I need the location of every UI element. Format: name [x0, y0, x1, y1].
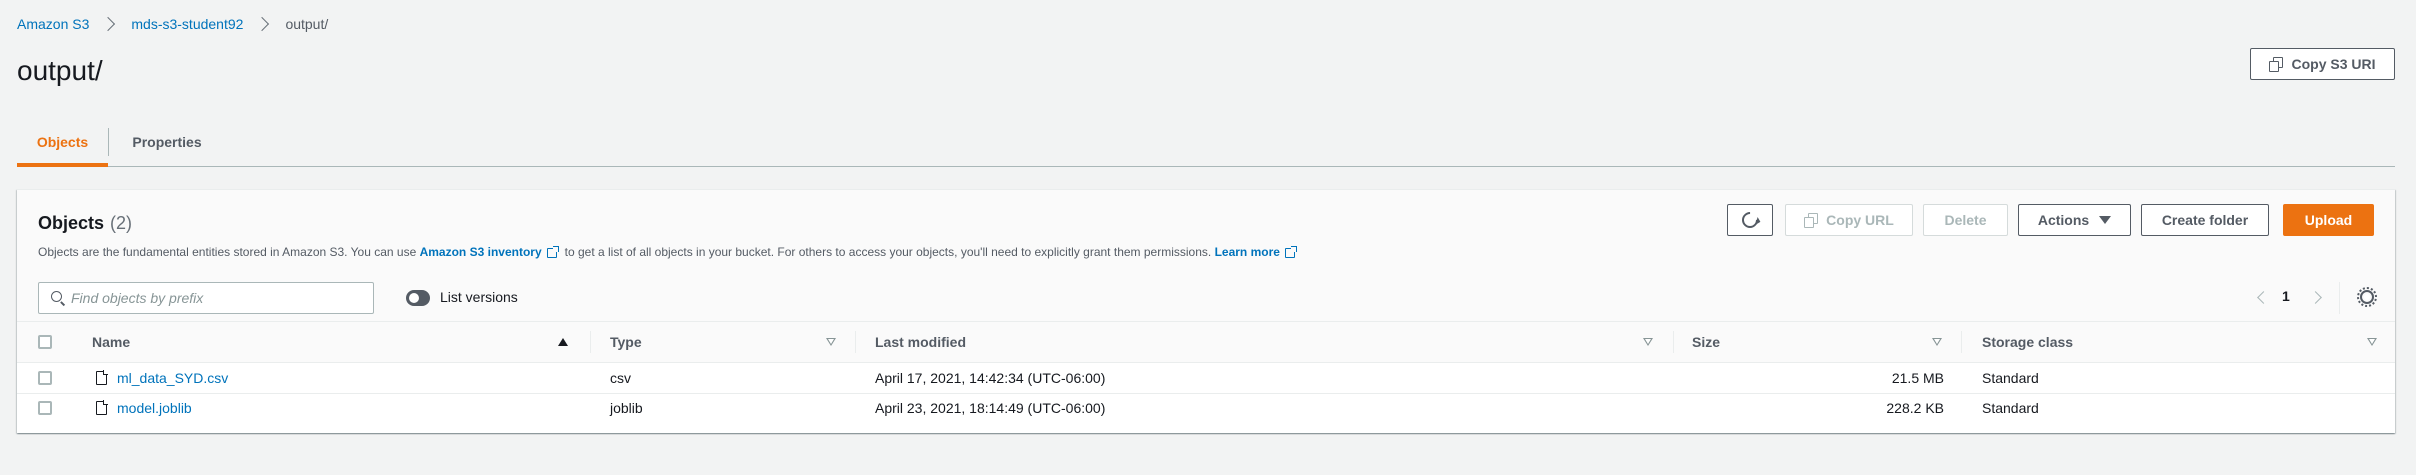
list-versions-toggle[interactable]: [406, 290, 430, 306]
upload-button[interactable]: Upload: [2283, 204, 2374, 236]
objects-count: (2): [110, 213, 133, 233]
file-icon: [96, 370, 108, 385]
sort-icon[interactable]: [826, 338, 836, 346]
delete-label: Delete: [1944, 212, 1987, 228]
column-divider: [590, 331, 591, 353]
column-header-size[interactable]: Size: [1692, 322, 1720, 362]
page-title: output/: [17, 55, 103, 86]
table-row[interactable]: ml_data_SYD.csv csv April 17, 2021, 14:4…: [17, 363, 2395, 394]
caret-down-icon: [2099, 216, 2112, 224]
file-icon: [96, 400, 108, 415]
external-link-icon: [546, 246, 559, 258]
column-divider: [855, 331, 856, 353]
external-link-icon: [1284, 246, 1297, 258]
copy-icon: [1804, 213, 1819, 228]
column-storage-class-label: Storage class: [1982, 334, 2074, 350]
tab-properties[interactable]: Properties: [109, 118, 225, 166]
object-size: 228.2 KB: [1886, 400, 1944, 416]
select-all-checkbox[interactable]: [38, 335, 52, 349]
column-size-label: Size: [1692, 334, 1721, 350]
column-header-type[interactable]: Type: [610, 322, 642, 362]
actions-label: Actions: [2037, 212, 2090, 228]
delete-button[interactable]: Delete: [1923, 204, 2008, 236]
learn-more-link[interactable]: Learn more: [1215, 245, 1280, 259]
gear-icon[interactable]: [2357, 287, 2377, 307]
table-header: Name Type Last modified Size Storage cla…: [17, 322, 2395, 363]
create-folder-label: Create folder: [2161, 212, 2249, 228]
breadcrumb-current: output/: [285, 16, 329, 32]
objects-panel: Objects (2) Objects are the fundamental …: [17, 189, 2395, 433]
chevron-right-icon: [255, 16, 270, 32]
chevron-right-icon: [101, 16, 116, 32]
previous-page-icon[interactable]: [2257, 291, 2270, 304]
copy-url-label: Copy URL: [1826, 212, 1894, 228]
pagination-divider: [2339, 282, 2340, 314]
tab-properties-label: Properties: [132, 134, 202, 150]
row-checkbox[interactable]: [38, 371, 52, 385]
breadcrumb: Amazon S3 mds-s3-student92 output/: [17, 14, 328, 34]
s3-inventory-link[interactable]: Amazon S3 inventory: [420, 245, 542, 259]
description-text-2: to get a list of all objects in your buc…: [564, 245, 1212, 259]
create-folder-button[interactable]: Create folder: [2141, 204, 2269, 236]
column-header-last-modified[interactable]: Last modified: [875, 322, 966, 362]
tab-bar: Objects Properties: [17, 118, 2395, 167]
description-text-1: Objects are the fundamental entities sto…: [38, 245, 417, 259]
column-header-storage-class[interactable]: Storage class: [1982, 322, 2073, 362]
column-name-label: Name: [92, 334, 131, 350]
search-box: [38, 282, 374, 314]
object-type: csv: [610, 370, 631, 386]
search-input[interactable]: [71, 283, 369, 313]
refresh-button[interactable]: [1727, 204, 1773, 236]
column-last-modified-label: Last modified: [875, 334, 967, 350]
object-storage-class: Standard: [1982, 370, 2039, 386]
sort-ascending-icon[interactable]: [558, 338, 568, 346]
column-divider: [1673, 331, 1674, 353]
page-number[interactable]: 1: [2282, 288, 2290, 304]
copy-url-button[interactable]: Copy URL: [1785, 204, 1913, 236]
column-divider: [1961, 331, 1962, 353]
actions-dropdown[interactable]: Actions: [2018, 204, 2131, 236]
object-storage-class: Standard: [1982, 400, 2039, 416]
objects-heading: Objects (2): [38, 213, 132, 234]
copy-icon: [2269, 57, 2284, 72]
table-row[interactable]: model.joblib joblib April 23, 2021, 18:1…: [17, 393, 2395, 423]
breadcrumb-link-amazon-s3[interactable]: Amazon S3: [17, 16, 89, 32]
refresh-icon: [1738, 208, 1762, 232]
tab-objects-label: Objects: [36, 134, 89, 150]
object-last-modified: April 17, 2021, 14:42:34 (UTC-06:00): [875, 370, 1106, 386]
object-type: joblib: [610, 400, 643, 416]
search-icon: [51, 291, 62, 302]
copy-s3-uri-button[interactable]: Copy S3 URI: [2250, 48, 2395, 80]
sort-icon[interactable]: [1932, 338, 1942, 346]
sort-icon[interactable]: [2367, 338, 2377, 346]
copy-s3-uri-label: Copy S3 URI: [2291, 56, 2376, 72]
next-page-icon[interactable]: [2309, 291, 2322, 304]
list-versions-label: List versions: [440, 289, 518, 305]
tab-objects[interactable]: Objects: [17, 118, 108, 167]
object-size: 21.5 MB: [1891, 370, 1944, 386]
objects-panel-header: Objects (2) Objects are the fundamental …: [17, 190, 2395, 322]
objects-title: Objects: [38, 213, 105, 233]
objects-description: Objects are the fundamental entities sto…: [38, 245, 1303, 259]
breadcrumb-link-bucket[interactable]: mds-s3-student92: [131, 16, 243, 32]
object-last-modified: April 23, 2021, 18:14:49 (UTC-06:00): [875, 400, 1106, 416]
row-checkbox[interactable]: [38, 401, 52, 415]
column-type-label: Type: [610, 334, 642, 350]
object-name-link[interactable]: model.joblib: [117, 400, 192, 416]
upload-label: Upload: [2304, 212, 2353, 228]
sort-icon[interactable]: [1643, 338, 1653, 346]
column-header-name[interactable]: Name: [92, 322, 130, 362]
object-name-link[interactable]: ml_data_SYD.csv: [117, 370, 228, 386]
